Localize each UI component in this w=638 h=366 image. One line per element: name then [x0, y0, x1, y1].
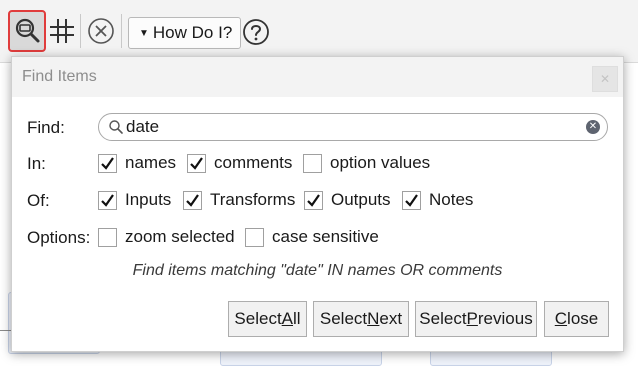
select-all-button[interactable]: Select All	[228, 301, 307, 337]
clear-selection-button[interactable]	[86, 16, 116, 46]
dropdown-caret-icon: ▼	[139, 27, 149, 39]
close-icon: ✕	[599, 72, 611, 86]
checkbox-label: Transforms	[210, 190, 296, 209]
find-label: Find:	[27, 118, 65, 137]
checkbox[interactable]	[98, 153, 117, 173]
checkbox[interactable]	[303, 153, 322, 173]
button-label: ext	[379, 309, 403, 328]
select-previous-button[interactable]: Select Previous	[415, 301, 537, 337]
how-do-i-dropdown[interactable]: ▼ How Do I?	[128, 17, 242, 49]
checkbox-label: Inputs	[125, 190, 172, 209]
of-label: Of:	[27, 191, 50, 210]
checkbox-case-sensitive[interactable]: case sensitive	[245, 227, 379, 247]
checkbox[interactable]	[187, 153, 206, 173]
checkbox[interactable]	[98, 227, 117, 247]
options-label: Options:	[27, 228, 91, 247]
checkbox-zoom-selected[interactable]: zoom selected	[98, 227, 235, 247]
how-do-i-label: How Do I?	[152, 23, 233, 42]
mnemonic-key: N	[367, 309, 380, 328]
checkmark-icon	[307, 193, 320, 207]
mnemonic-key: C	[554, 309, 568, 328]
dialog-title: Find Items	[22, 68, 97, 85]
checkbox-of-notes[interactable]: Notes	[402, 190, 473, 210]
search-field[interactable]: ✕	[98, 113, 608, 141]
checkbox-label: comments	[214, 153, 293, 172]
checkbox-in-names[interactable]: names	[98, 153, 176, 173]
select-next-button[interactable]: Select Next	[313, 301, 409, 337]
grid-button[interactable]	[48, 14, 76, 48]
button-label: lose	[567, 309, 599, 328]
search-summary-text: Find items matching "date" IN names OR c…	[132, 262, 503, 279]
checkbox[interactable]	[402, 190, 421, 210]
toolbar: ▼ How Do I?	[0, 0, 638, 63]
checkbox-label: case sensitive	[272, 227, 379, 246]
help-icon	[243, 19, 269, 45]
checkbox[interactable]	[245, 227, 264, 247]
checkbox[interactable]	[304, 190, 323, 210]
toolbar-separator	[121, 14, 122, 48]
checkbox-in-comments[interactable]: comments	[187, 153, 292, 173]
mnemonic-key: A	[281, 309, 294, 328]
checkmark-icon	[101, 193, 114, 207]
find-items-button[interactable]	[8, 10, 46, 52]
toolbar-separator	[80, 14, 81, 48]
checkbox[interactable]	[98, 190, 117, 210]
checkbox-label: Outputs	[331, 190, 391, 209]
button-label: Select	[419, 309, 467, 328]
checkbox-label: Notes	[429, 190, 474, 209]
checkbox-label: names	[125, 153, 177, 172]
help-button[interactable]	[242, 18, 270, 46]
button-label: Select	[234, 309, 282, 328]
dialog-close-button[interactable]: ✕	[592, 66, 618, 92]
checkbox-label: option values	[330, 153, 431, 172]
in-label: In:	[27, 154, 46, 173]
checkbox[interactable]	[183, 190, 202, 210]
grid-icon	[50, 19, 74, 43]
checkmark-icon	[190, 156, 203, 170]
checkbox-of-outputs[interactable]: Outputs	[304, 190, 391, 210]
button-label: Select	[319, 309, 368, 328]
checkmark-icon	[101, 156, 114, 170]
find-items-icon	[15, 18, 40, 43]
clear-search-icon[interactable]: ✕	[586, 120, 600, 134]
checkbox-in-option-values[interactable]: option values	[303, 153, 430, 173]
close-button[interactable]: Close	[544, 301, 609, 337]
checkmark-icon	[186, 193, 199, 207]
checkmark-icon	[405, 193, 418, 207]
button-label: ll	[293, 309, 301, 328]
find-items-dialog: Find Items ✕ Find: ✕ In: names comments …	[11, 56, 624, 352]
checkbox-of-transforms[interactable]: Transforms	[183, 190, 295, 210]
search-icon	[109, 120, 123, 134]
clear-selection-icon	[88, 18, 114, 44]
button-label: revious	[477, 309, 533, 328]
checkbox-of-inputs[interactable]: Inputs	[98, 190, 171, 210]
search-input[interactable]	[126, 117, 566, 137]
mnemonic-key: P	[466, 309, 478, 328]
checkbox-label: zoom selected	[125, 227, 235, 246]
dialog-titlebar[interactable]: Find Items ✕	[12, 57, 623, 97]
